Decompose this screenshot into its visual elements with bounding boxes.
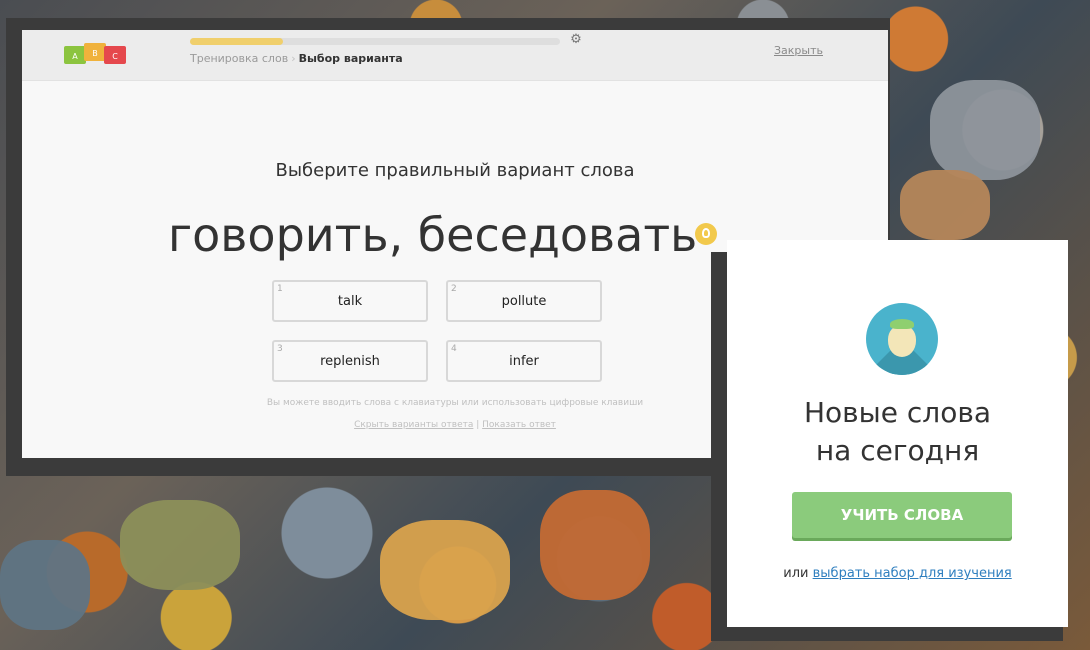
close-link[interactable]: Закрыть — [774, 44, 823, 57]
abc-logo[interactable]: A B C — [64, 40, 130, 68]
choose-set-link[interactable]: выбрать набор для изучения — [813, 566, 1012, 581]
option-number: 2 — [451, 284, 457, 294]
hide-options-link[interactable]: Скрыть варианты ответа — [354, 420, 473, 430]
logo-letter-b: B — [92, 49, 98, 58]
instruction-text: Выберите правильный вариант слова — [275, 160, 635, 181]
option-label: replenish — [320, 354, 380, 369]
answer-option-1[interactable]: 1 talk — [272, 280, 428, 322]
logo-letter-a: A — [72, 52, 78, 61]
chevron-right-icon: › — [291, 52, 296, 65]
option-number: 1 — [277, 284, 283, 294]
gear-icon[interactable]: ⚙ — [569, 33, 583, 47]
strawberry-icon — [866, 303, 938, 375]
promo-headline-line2: на сегодня — [815, 434, 980, 467]
answer-option-2[interactable]: 2 pollute — [446, 280, 602, 322]
choose-set-line: или выбрать набор для изучения — [727, 566, 1068, 581]
option-label: infer — [509, 354, 539, 369]
option-label: talk — [337, 294, 363, 309]
answer-option-4[interactable]: 4 infer — [446, 340, 602, 382]
promo-headline-line1: Новые слова — [803, 396, 991, 429]
option-number: 3 — [277, 344, 283, 354]
progress-fill — [190, 38, 283, 45]
top-bar: A B C ⚙ Тренировка слов › Выбор варианта З… — [22, 30, 888, 81]
breadcrumb: Тренировка слов › Выбор варианта — [190, 52, 403, 65]
promo-window: Новые слова на сегодня УЧИТЬ СЛОВА или в… — [727, 240, 1068, 627]
or-text: или — [783, 566, 809, 581]
logo-letter-c: C — [112, 52, 118, 61]
option-number: 4 — [451, 344, 457, 354]
learn-words-button[interactable]: УЧИТЬ СЛОВА — [792, 492, 1012, 538]
option-label: pollute — [501, 294, 547, 309]
answer-option-3[interactable]: 3 replenish — [272, 340, 428, 382]
breadcrumb-item-current: Выбор варианта — [298, 52, 403, 65]
progress-bar — [190, 38, 560, 45]
target-word: говорить, беседовать — [168, 208, 698, 262]
breadcrumb-item-training[interactable]: Тренировка слов — [190, 52, 288, 65]
show-answer-link[interactable]: Показать ответ — [482, 420, 556, 430]
lightbulb-icon[interactable] — [695, 223, 717, 245]
